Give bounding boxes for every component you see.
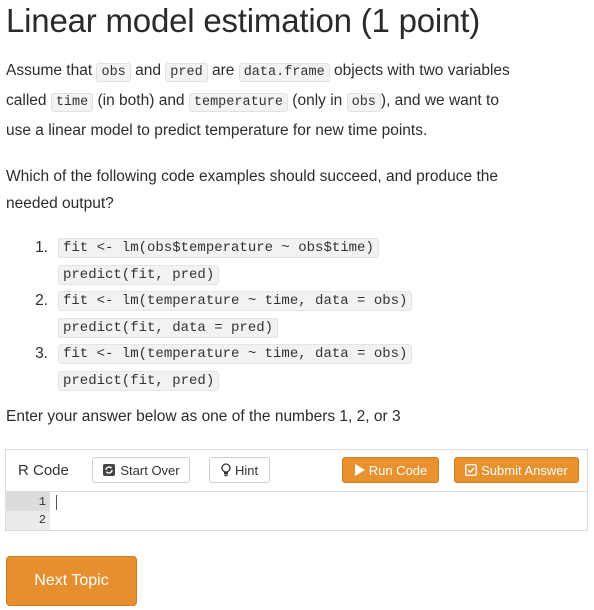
submit-answer-button[interactable]: Submit Answer <box>454 457 579 483</box>
r-code-label: R Code <box>18 462 69 479</box>
submit-answer-label: Submit Answer <box>481 462 568 478</box>
option-number: 1. <box>35 239 48 256</box>
intro-line-2: called time (in both) and temperature (o… <box>6 86 499 118</box>
next-topic-button[interactable]: Next Topic <box>6 556 137 606</box>
play-icon <box>354 464 365 476</box>
run-code-button[interactable]: Run Code <box>342 457 439 483</box>
answer-instruction: Enter your answer below as one of the nu… <box>6 408 401 425</box>
checkbox-icon <box>465 464 478 476</box>
question-line-2: needed output? <box>6 195 114 212</box>
option-2-code-line-1: fit <- lm(temperature ~ time, data = obs… <box>58 291 413 311</box>
code-editor[interactable]: 1 2 <box>5 491 588 531</box>
inline-code-data-frame: data.frame <box>238 63 330 82</box>
line-number: 2 <box>38 513 46 527</box>
intro-line-1: Assume that obs and pred are data.frame … <box>6 56 510 88</box>
start-over-label: Start Over <box>120 462 180 478</box>
option-1-code-line-1: fit <- lm(obs$temperature ~ obs$time) <box>58 238 379 258</box>
hint-button[interactable]: Hint <box>209 457 270 483</box>
inline-code-obs: obs <box>346 93 381 112</box>
intro-text: called <box>6 92 51 109</box>
option-1-code-line-2: predict(fit, pred) <box>58 265 220 285</box>
option-number: 2. <box>35 292 48 309</box>
intro-text: (in both) and <box>93 92 189 109</box>
question-line-1: Which of the following code examples sho… <box>6 168 498 185</box>
refresh-icon <box>102 463 116 477</box>
run-code-label: Run Code <box>368 462 428 478</box>
inline-code-pred: pred <box>165 63 208 82</box>
intro-text: ), and we want to <box>380 92 499 109</box>
intro-text: Assume that <box>6 62 97 79</box>
option-3-code-line-2: predict(fit, pred) <box>58 371 220 391</box>
option-3-code-line-1: fit <- lm(temperature ~ time, data = obs… <box>58 344 413 364</box>
start-over-button[interactable]: Start Over <box>92 457 190 483</box>
inline-code-temperature: temperature <box>188 93 288 112</box>
intro-line-3: use a linear model to predict temperatur… <box>6 122 428 139</box>
intro-text: are <box>207 62 239 79</box>
option-number: 3. <box>35 345 48 362</box>
intro-text: objects with two variables <box>329 62 510 79</box>
exercise-title: Linear model estimation (1 point) <box>6 2 480 39</box>
lightbulb-icon <box>221 463 231 477</box>
text-cursor <box>56 495 57 510</box>
intro-text: and <box>130 62 166 79</box>
option-2-code-line-2: predict(fit, data = pred) <box>58 318 279 338</box>
line-gutter: 1 2 <box>6 492 50 530</box>
intro-text: (only in <box>288 92 347 109</box>
hint-label: Hint <box>234 462 259 478</box>
tutorial-page: Linear model estimation (1 point) Assume… <box>0 0 594 610</box>
inline-code-time: time <box>50 93 94 112</box>
line-number: 1 <box>38 495 46 509</box>
editor-toolbar: R Code Start Over Hint Run Code Submit A… <box>5 449 588 491</box>
inline-code-obs: obs <box>96 63 131 82</box>
